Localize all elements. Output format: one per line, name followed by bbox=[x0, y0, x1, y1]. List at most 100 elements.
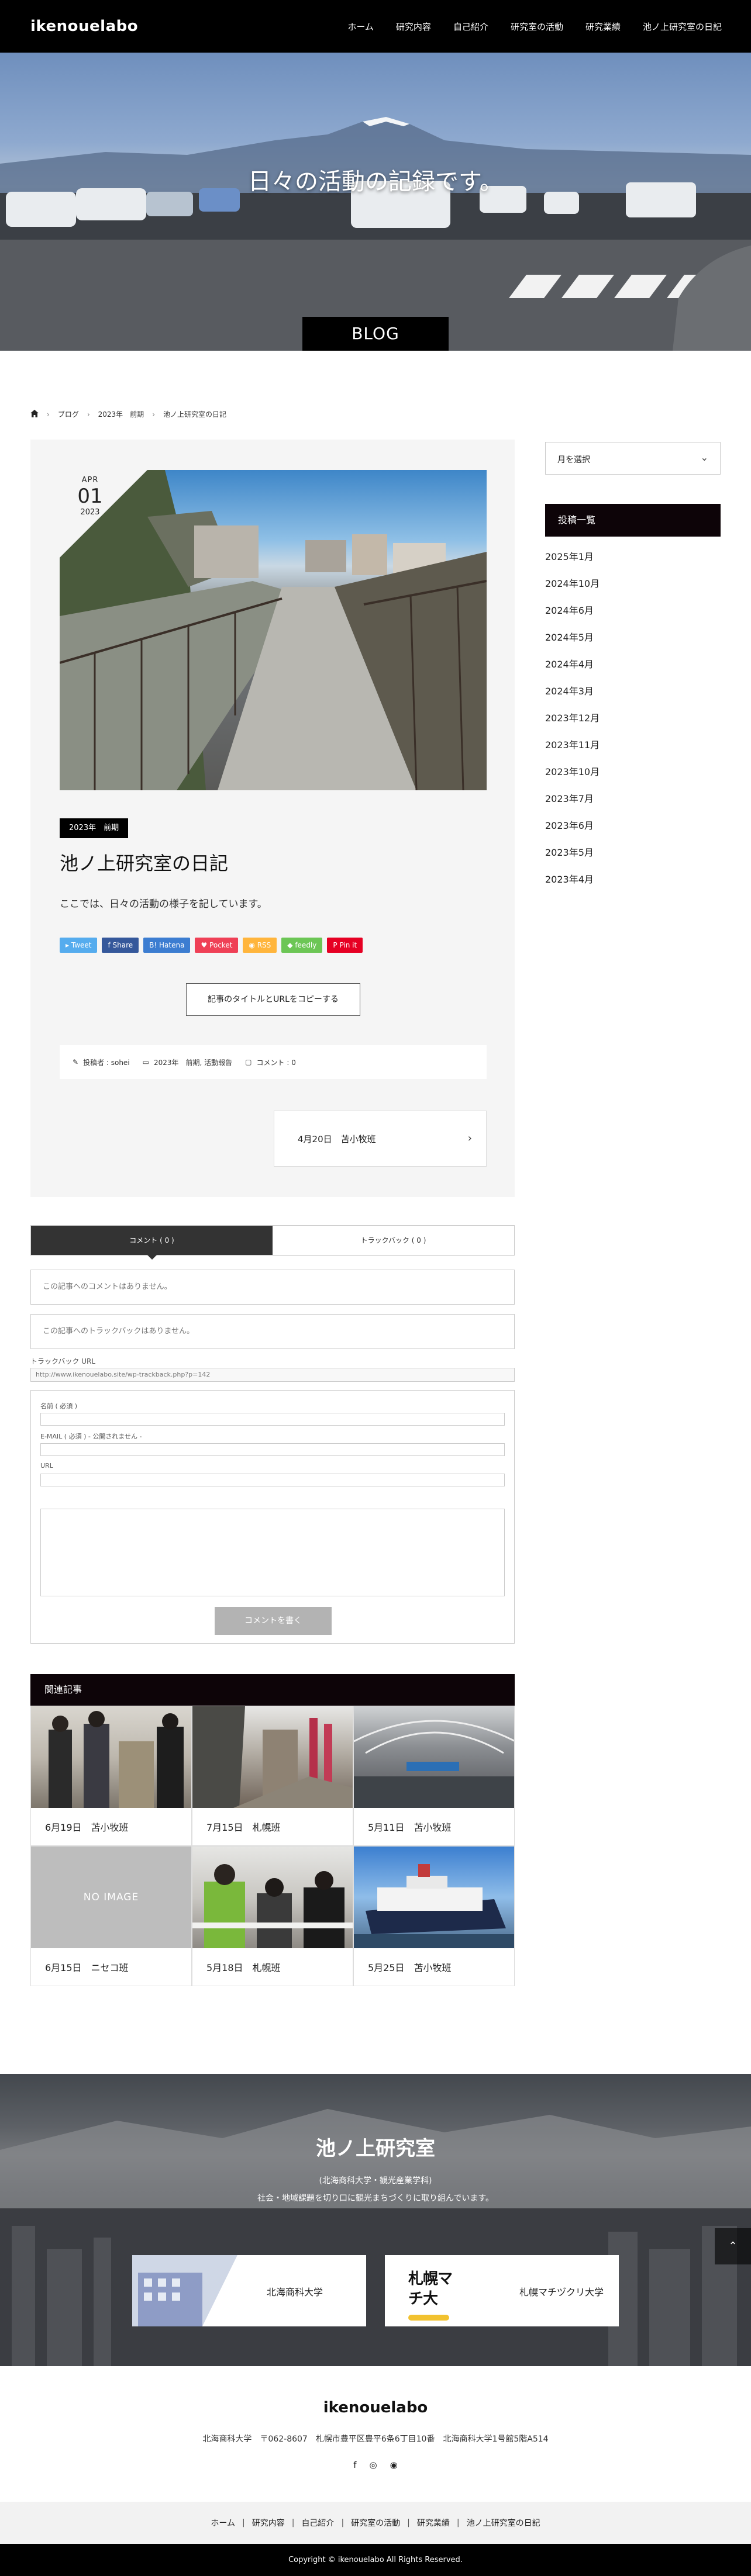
related-post-card[interactable]: 5月18日 札幌班 bbox=[192, 1846, 353, 1986]
nav-item-achievements[interactable]: 研究業績 bbox=[585, 20, 621, 33]
breadcrumb-category[interactable]: 2023年 前期 bbox=[98, 409, 144, 419]
name-label: 名前 ( 必須 ) bbox=[40, 1402, 78, 1410]
share-buttons: ▸ Tweet f Share B! Hatena ♥ Pocket ◉ RSS… bbox=[60, 938, 363, 953]
email-field[interactable] bbox=[40, 1443, 505, 1456]
archive-item[interactable]: 2024年6月 bbox=[545, 602, 721, 629]
category-badge[interactable]: 2023年 前期 bbox=[60, 818, 129, 838]
comment-icon: ▢ bbox=[245, 1058, 252, 1066]
meta-comments: ▢ コメント : 0 bbox=[245, 1058, 296, 1067]
related-post-title: 5月18日 札幌班 bbox=[206, 1962, 281, 1973]
nav-item-diary[interactable]: 池ノ上研究室の日記 bbox=[643, 20, 722, 33]
breadcrumb-blog[interactable]: ブログ bbox=[58, 409, 79, 419]
hatena-icon: B! bbox=[149, 941, 160, 949]
footer-address: 北海商科大学 〒062-8607 札幌市豊平区豊平6条6丁目10番 北海商科大学… bbox=[202, 2435, 549, 2444]
archive-item[interactable]: 2023年11月 bbox=[545, 737, 721, 763]
site-logo[interactable]: ikenouelabo bbox=[30, 18, 138, 35]
post-date: APR 01 2023 bbox=[61, 476, 119, 517]
related-posts: 関連記事 6月19日 苫小牧班 7月15日 札幌班 5月11日 苫小牧班 NO … bbox=[30, 1674, 515, 1986]
copyright: Copyright © ikenouelabo All Rights Reser… bbox=[0, 2544, 751, 2576]
footer-nav-research[interactable]: 研究内容 bbox=[252, 2517, 285, 2529]
archive-item[interactable]: 2024年3月 bbox=[545, 683, 721, 710]
hero-banner: 日々の活動の記録です。 BLOG bbox=[0, 53, 751, 351]
comment-tabs: コメント ( 0 ) トラックバック ( 0 ) bbox=[30, 1225, 515, 1260]
hokkai-university-label: 北海商科大学 bbox=[267, 2287, 323, 2298]
sapporo-machidukuri-label: 札幌マチヅクリ大学 bbox=[519, 2287, 604, 2298]
breadcrumb-current: 池ノ上研究室の日記 bbox=[163, 410, 227, 419]
share-pocket-button[interactable]: ♥ Pocket bbox=[195, 938, 239, 953]
related-post-card[interactable]: NO IMAGE 6月15日 ニセコ班 bbox=[30, 1846, 192, 1986]
footer-site-name[interactable]: ikenouelabo bbox=[0, 2399, 751, 2416]
facebook-icon[interactable]: f bbox=[353, 2460, 356, 2470]
pinterest-icon: P bbox=[333, 941, 340, 949]
archive-item[interactable]: 2024年5月 bbox=[545, 629, 721, 656]
twitter-icon: ▸ bbox=[66, 941, 71, 949]
home-icon[interactable] bbox=[30, 409, 39, 419]
share-feedly-button[interactable]: ◆ feedly bbox=[281, 938, 323, 953]
page-top-button[interactable]: ⌃ bbox=[715, 2228, 751, 2264]
trackback-url-field[interactable]: http://www.ikenouelabo.site/wp-trackback… bbox=[30, 1368, 515, 1382]
share-tweet-button[interactable]: ▸ Tweet bbox=[60, 938, 98, 953]
archive-item[interactable]: 2023年4月 bbox=[545, 871, 721, 898]
lab-section: 池ノ上研究室 (北海商科大学・観光産業学科) 社会・地域課題を切り口に観光まちづ… bbox=[0, 2074, 751, 2366]
related-post-card[interactable]: 5月25日 苫小牧班 bbox=[353, 1846, 515, 1986]
archive-item[interactable]: 2023年12月 bbox=[545, 710, 721, 737]
archive-item[interactable]: 2023年10月 bbox=[545, 763, 721, 790]
share-facebook-button[interactable]: f Share bbox=[102, 938, 139, 953]
instagram-icon[interactable]: ◎ bbox=[370, 2460, 377, 2470]
nav-item-profile[interactable]: 自己紹介 bbox=[453, 20, 488, 33]
share-hatena-button[interactable]: B! Hatena bbox=[143, 938, 191, 953]
archive-item[interactable]: 2024年10月 bbox=[545, 575, 721, 602]
nav-item-research[interactable]: 研究内容 bbox=[396, 20, 431, 33]
archive-item[interactable]: 2024年4月 bbox=[545, 656, 721, 683]
related-post-card[interactable]: 5月11日 苫小牧班 bbox=[353, 1706, 515, 1846]
name-field[interactable] bbox=[40, 1413, 505, 1426]
archive-month-select[interactable]: 月を選択 ⌄ bbox=[545, 442, 721, 475]
post-body: ここでは、日々の活動の様子を記しています。 bbox=[60, 898, 267, 910]
meta-category[interactable]: ▭ 2023年 前期, 活動報告 bbox=[143, 1057, 233, 1067]
submit-comment-button[interactable]: コメントを書く bbox=[215, 1607, 332, 1635]
url-label: URL bbox=[40, 1462, 53, 1469]
rss-icon[interactable]: ◉ bbox=[390, 2460, 398, 2470]
footer-nav-profile[interactable]: 自己紹介 bbox=[301, 2517, 334, 2529]
footer-nav-activities[interactable]: 研究室の活動 bbox=[351, 2517, 400, 2529]
footer-nav-home[interactable]: ホーム bbox=[211, 2517, 235, 2529]
next-post-link[interactable]: 4月20日 苫小牧班 › bbox=[274, 1111, 487, 1167]
footer-nav-achievements[interactable]: 研究業績 bbox=[417, 2517, 450, 2529]
breadcrumb-separator-icon: › bbox=[87, 410, 90, 419]
url-field[interactable] bbox=[40, 1474, 505, 1486]
next-post-title: 4月20日 苫小牧班 bbox=[298, 1134, 376, 1144]
archive-item[interactable]: 2023年7月 bbox=[545, 790, 721, 817]
folder-icon: ▭ bbox=[142, 1058, 149, 1066]
tab-comments[interactable]: コメント ( 0 ) bbox=[31, 1226, 273, 1260]
chevron-down-icon: ⌄ bbox=[700, 452, 708, 463]
archive-item[interactable]: 2023年5月 bbox=[545, 844, 721, 871]
share-pinterest-button[interactable]: P Pin it bbox=[327, 938, 363, 953]
related-post-title: 5月25日 苫小牧班 bbox=[368, 1962, 452, 1973]
nav-item-activities[interactable]: 研究室の活動 bbox=[511, 20, 563, 33]
hokkai-university-banner[interactable]: 北海商科大学 bbox=[132, 2255, 366, 2326]
rss-icon: ◉ bbox=[249, 941, 257, 949]
comment-textarea[interactable] bbox=[40, 1509, 505, 1596]
related-post-thumbnail bbox=[354, 1706, 514, 1808]
sapporo-machidukuri-banner[interactable]: 札幌マチ大 札幌マチヅクリ大学 bbox=[385, 2255, 619, 2326]
related-posts-title: 関連記事 bbox=[30, 1674, 515, 1706]
footer-nav-diary[interactable]: 池ノ上研究室の日記 bbox=[467, 2517, 540, 2529]
nav-item-home[interactable]: ホーム bbox=[347, 20, 374, 33]
archive-item[interactable]: 2023年6月 bbox=[545, 817, 721, 844]
copy-title-url-button[interactable]: 記事のタイトルとURLをコピーする bbox=[186, 983, 360, 1016]
article: APR 01 2023 2023年 前期 池ノ上研究室の日記 ここでは、日々の活… bbox=[30, 440, 515, 1197]
archive-list: 2025年1月 2024年10月 2024年6月 2024年5月 2024年4月… bbox=[545, 548, 721, 898]
lab-title: 池ノ上研究室 bbox=[316, 2137, 435, 2160]
pocket-icon: ♥ bbox=[201, 941, 210, 949]
related-post-title: 7月15日 札幌班 bbox=[206, 1822, 281, 1833]
related-posts-grid: 6月19日 苫小牧班 7月15日 札幌班 5月11日 苫小牧班 NO IMAGE… bbox=[30, 1706, 515, 1986]
related-post-card[interactable]: 7月15日 札幌班 bbox=[192, 1706, 353, 1846]
university-building-image bbox=[132, 2255, 237, 2326]
site-header: ikenouelabo ホーム 研究内容 自己紹介 研究室の活動 研究業績 池ノ… bbox=[0, 0, 751, 53]
related-post-card[interactable]: 6月19日 苫小牧班 bbox=[30, 1706, 192, 1846]
tab-trackbacks[interactable]: トラックバック ( 0 ) bbox=[273, 1226, 514, 1255]
email-label: E-MAIL ( 必須 ) - 公開されません - bbox=[40, 1433, 142, 1440]
archive-item[interactable]: 2025年1月 bbox=[545, 548, 721, 575]
share-rss-button[interactable]: ◉ RSS bbox=[243, 938, 277, 953]
hero-image bbox=[0, 117, 751, 351]
